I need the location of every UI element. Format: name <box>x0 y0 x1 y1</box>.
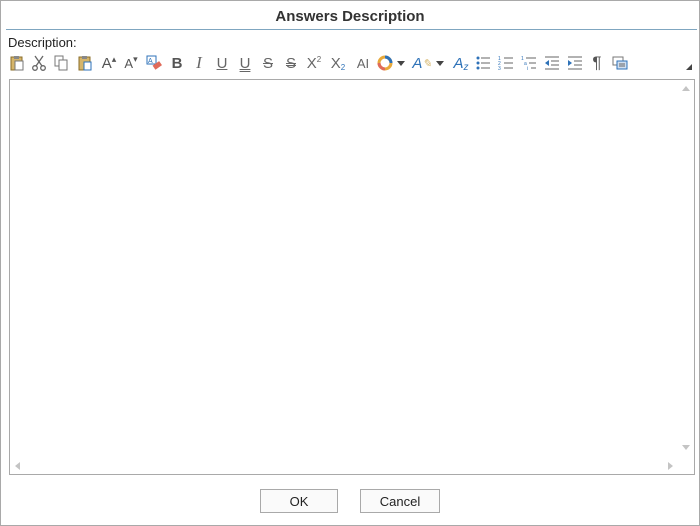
italic-icon[interactable]: I <box>189 53 209 73</box>
editor-content[interactable] <box>14 84 674 454</box>
vertical-scrollbar[interactable] <box>678 80 694 456</box>
bullet-list-icon[interactable] <box>473 53 493 73</box>
decrease-font-size-icon[interactable]: A ▾ <box>121 53 141 73</box>
formatting-toolbar: A ▴ A ▾ A B I U U S S X2 X2 AI A ✎ A z 1… <box>7 53 697 73</box>
scrollbar-corner <box>678 458 694 474</box>
font-style-icon[interactable]: Az <box>451 53 471 73</box>
text-box-icon[interactable] <box>610 53 630 73</box>
font-color-icon[interactable]: A ✎ <box>412 53 432 73</box>
superscript-glyph: X <box>306 54 317 72</box>
scroll-left-arrow-icon[interactable] <box>15 462 20 470</box>
copy-icon[interactable] <box>51 53 71 73</box>
ok-button[interactable]: OK <box>260 489 338 513</box>
dialog-title: Answers Description <box>275 8 425 25</box>
paste-icon[interactable] <box>7 53 27 73</box>
numbered-list-icon[interactable]: 123 <box>496 53 516 73</box>
double-underline-icon[interactable]: U <box>235 53 255 73</box>
clear-formatting-icon[interactable]: A <box>144 53 164 73</box>
cancel-button[interactable]: Cancel <box>360 489 440 513</box>
subscript-glyph: X <box>330 54 341 72</box>
font-style-glyph: A <box>453 54 464 72</box>
superscript-icon[interactable]: X2 <box>304 53 324 73</box>
toolbar-overflow-icon[interactable] <box>686 64 692 70</box>
highlight-color-dropdown-icon[interactable] <box>395 53 407 73</box>
decrease-indent-icon[interactable] <box>542 53 562 73</box>
multilevel-list-icon[interactable]: 1ai <box>519 53 539 73</box>
scroll-right-arrow-icon[interactable] <box>668 462 673 470</box>
change-case-icon[interactable]: AI <box>352 53 374 73</box>
increase-font-size-glyph: A <box>101 54 112 72</box>
underline-icon[interactable]: U <box>212 53 232 73</box>
description-label: Description: <box>8 35 77 50</box>
font-color-dropdown-icon[interactable] <box>434 53 446 73</box>
svg-text:3: 3 <box>498 66 501 71</box>
highlight-color-icon[interactable] <box>375 53 395 73</box>
bold-icon[interactable]: B <box>167 53 187 73</box>
scroll-up-arrow-icon[interactable] <box>682 86 690 91</box>
cut-icon[interactable] <box>29 53 49 73</box>
font-color-glyph: A <box>412 54 423 72</box>
paste-special-icon[interactable] <box>75 53 95 73</box>
subscript-icon[interactable]: X2 <box>328 53 348 73</box>
increase-indent-icon[interactable] <box>565 53 585 73</box>
show-paragraph-marks-icon[interactable]: ¶ <box>587 53 607 73</box>
svg-text:i: i <box>527 66 528 71</box>
title-divider <box>6 29 697 30</box>
description-editor[interactable] <box>9 79 695 475</box>
svg-text:A: A <box>148 58 153 65</box>
scroll-down-arrow-icon[interactable] <box>682 445 690 450</box>
answers-description-dialog: Answers Description Description: A ▴ A ▾ A <box>0 0 700 526</box>
increase-font-size-icon[interactable]: A ▴ <box>99 53 119 73</box>
double-strikethrough-icon[interactable]: S <box>281 53 301 73</box>
decrease-font-size-glyph: A <box>124 55 134 71</box>
strikethrough-icon[interactable]: S <box>258 53 278 73</box>
horizontal-scrollbar[interactable] <box>10 458 678 474</box>
